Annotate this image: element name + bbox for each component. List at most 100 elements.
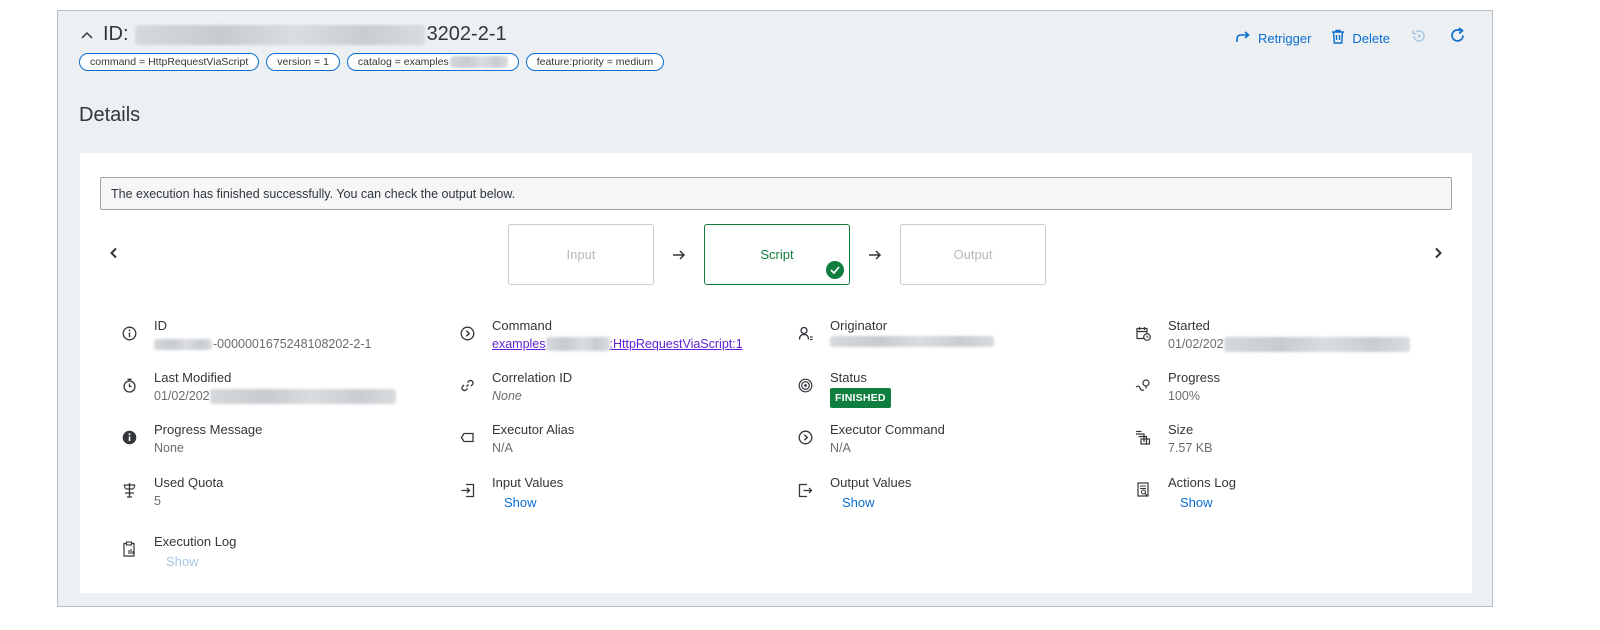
field-executor-alias: Executor Alias N/A [458,422,574,456]
field-input-values: Input Values Show [458,475,563,510]
field-progress-value: 100% [1168,389,1200,403]
actions-log-show-link[interactable]: Show [1180,495,1236,510]
tag-command[interactable]: command = HttpRequestViaScript [79,53,260,71]
target-icon [796,376,814,394]
history-icon [1411,28,1427,49]
field-executor-command-label: Executor Command [830,422,945,437]
field-originator-value [830,336,994,347]
tag-catalog[interactable]: catalog = examples [346,53,519,71]
field-command: Command examples :HttpRequestViaScript:1 [458,318,743,352]
redacted-last-modified [209,388,396,404]
field-last-modified: Last Modified 01/02/202 [120,370,396,404]
document-search-icon [1134,481,1152,499]
calendar-clock-icon [1134,324,1152,342]
retrigger-button[interactable]: Retrigger [1235,30,1311,47]
field-last-modified-text: 01/02/202 [154,389,210,403]
field-executor-command: Executor Command N/A [796,422,945,456]
header-actions: Retrigger Delete [1235,27,1466,49]
delete-button[interactable]: Delete [1331,29,1390,47]
tag-list: command = HttpRequestViaScript version =… [79,53,665,71]
field-execution-log: Execution Log Show [120,534,236,569]
title-row: ID: 3202-2-1 [79,23,507,46]
field-correlation-id: Correlation ID None [458,370,572,404]
retrigger-label: Retrigger [1257,30,1312,46]
step-input[interactable]: Input [508,224,654,285]
next-step-button[interactable] [1426,241,1450,265]
status-badge: FINISHED [830,388,891,408]
field-id-label: ID [154,318,167,333]
step-script[interactable]: Script [704,224,850,285]
execution-panel: ID: 3202-2-1 command = HttpRequestViaScr… [57,10,1493,607]
log-out-icon [796,481,814,499]
location-path-icon [1134,376,1152,394]
clipboard-icon [120,540,138,558]
redacted-command-part [545,337,610,351]
command-link[interactable]: examples :HttpRequestViaScript:1 [492,336,743,352]
redacted-id-prefix [154,338,212,350]
field-actions-log-label: Actions Log [1168,475,1236,490]
field-size-value: 7.57 KB [1168,441,1213,455]
process-flow: Input Script Output [508,224,1046,285]
field-used-quota: Used Quota 5 [120,475,223,509]
field-last-modified-label: Last Modified [154,370,232,385]
command-link-prefix: examples [492,337,546,351]
field-execution-log-label: Execution Log [154,534,237,549]
quota-icon [120,481,138,499]
field-executor-alias-label: Executor Alias [492,422,575,437]
info-filled-icon [120,428,138,446]
command-link-suffix: :HttpRequestViaScript:1 [609,337,743,351]
section-title: Details [79,104,141,126]
step-script-label: Script [760,247,794,262]
field-correlation-id-label: Correlation ID [492,370,573,385]
field-progress-label: Progress [1168,370,1221,385]
stack-icon [1134,428,1152,446]
field-id-value: -0000001675248108202-2-1 [154,336,371,352]
tag-icon [458,428,476,446]
execution-log-show-link[interactable]: Show [166,554,236,569]
field-started-text: 01/02/202 [1168,337,1224,351]
step-output[interactable]: Output [900,224,1046,285]
prev-step-button[interactable] [102,241,126,265]
link-icon [458,376,476,394]
undo-button[interactable] [1410,29,1428,47]
field-actions-log: Actions Log Show [1134,475,1236,510]
tag-catalog-text: catalog = examples [357,56,449,68]
title-suffix: 3202-2-1 [426,23,507,45]
stopwatch-icon [120,376,138,394]
field-status-value: FINISHED [830,388,891,408]
arrow-right-icon [654,249,704,260]
arrow-right-icon [850,249,900,260]
refresh-button[interactable] [1448,27,1466,49]
step-input-label: Input [566,247,596,262]
redacted-started [1223,336,1410,352]
chevron-up-icon[interactable] [79,27,95,43]
play-circle-icon [796,428,814,446]
field-used-quota-label: Used Quota [154,475,224,490]
field-status-label: Status [830,370,867,385]
field-input-values-label: Input Values [492,475,564,490]
field-size-label: Size [1168,422,1194,437]
output-values-show-link[interactable]: Show [842,495,911,510]
chevron-right-icon [1435,247,1442,259]
field-executor-command-value: N/A [830,441,851,455]
field-size: Size 7.57 KB [1134,422,1212,456]
field-originator: Originator [796,318,994,347]
field-correlation-id-value: None [492,389,522,403]
field-status: Status FINISHED [796,370,891,408]
tag-priority[interactable]: feature:priority = medium [525,53,665,71]
refresh-icon [1449,27,1466,49]
field-command-label: Command [492,318,552,333]
details-card: The execution has finished successfully.… [80,153,1472,593]
tag-version[interactable]: version = 1 [266,53,340,71]
user-icon [796,324,814,342]
input-values-show-link[interactable]: Show [504,495,563,510]
redacted-id-part [134,24,425,45]
field-last-modified-value: 01/02/202 [154,388,396,404]
redacted-catalog-part [449,56,508,68]
delete-label: Delete [1352,30,1390,46]
redo-arrow-icon [1235,30,1251,47]
field-id-text: -0000001675248108202-2-1 [213,337,372,351]
field-executor-alias-value: N/A [492,441,513,455]
field-id: ID -0000001675248108202-2-1 [120,318,371,352]
checkmark-icon [826,261,844,279]
